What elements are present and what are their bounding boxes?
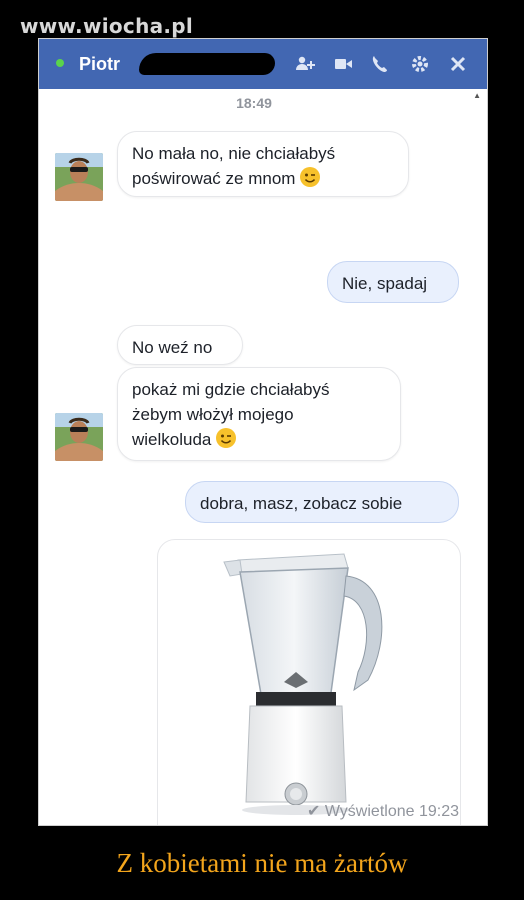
message-bubble-incoming[interactable]: pokaż mi gdzie chciałabyś żebym włożył m… xyxy=(117,367,401,461)
message-bubble-outgoing[interactable]: dobra, masz, zobacz sobie xyxy=(185,481,459,523)
gear-icon[interactable] xyxy=(409,53,431,75)
seen-status: ✔ Wyświetlone 19:23 xyxy=(307,801,459,821)
message-text: pokaż mi gdzie chciałabyś xyxy=(132,380,330,399)
video-call-icon[interactable] xyxy=(333,53,355,75)
wink-emoji-icon xyxy=(215,427,237,449)
image-attachment[interactable] xyxy=(157,539,461,825)
message-text: wielkoluda xyxy=(132,430,212,449)
message-bubble-incoming[interactable]: No mała no, nie chciałabyś poświrować ze… xyxy=(117,131,409,197)
seen-label: Wyświetlone 19:23 xyxy=(324,803,459,820)
message-bubble-outgoing[interactable]: Nie, spadaj xyxy=(327,261,459,303)
message-text: poświrować ze mnom xyxy=(132,169,296,188)
timestamp: 18:49 xyxy=(236,95,272,111)
contact-name[interactable]: Piotr xyxy=(79,54,120,75)
blender-image xyxy=(223,553,383,815)
avatar[interactable] xyxy=(55,413,103,461)
message-text: żebym włożył mojego xyxy=(132,405,294,424)
message-text: No mała no, nie chciałabyś xyxy=(132,144,336,163)
check-icon: ✔ xyxy=(306,803,321,820)
message-bubble-incoming[interactable]: No weź no xyxy=(117,325,243,365)
close-icon[interactable] xyxy=(447,53,469,75)
avatar[interactable] xyxy=(55,153,103,201)
chat-header: Piotr xyxy=(39,39,487,89)
online-status-dot xyxy=(56,59,64,67)
watermark: www.wiocha.pl xyxy=(20,14,194,38)
phone-icon[interactable] xyxy=(369,53,391,75)
message-text: Nie, spadaj xyxy=(342,274,428,293)
redacted-surname xyxy=(139,53,275,75)
wink-emoji-icon xyxy=(299,166,321,188)
message-text: dobra, masz, zobacz sobie xyxy=(200,494,403,513)
message-text: No weź no xyxy=(132,338,213,357)
add-person-icon[interactable] xyxy=(295,53,317,75)
message-thread[interactable]: ▲ 18:49 No mała no, nie chciałabyś poświ… xyxy=(39,89,487,825)
chat-window: Piotr ▲ 18:49 No mała no, nie chciałabyś… xyxy=(38,38,488,826)
scroll-up-arrow-icon[interactable]: ▲ xyxy=(473,91,481,100)
caption: Z kobietami nie ma żartów xyxy=(116,848,408,878)
